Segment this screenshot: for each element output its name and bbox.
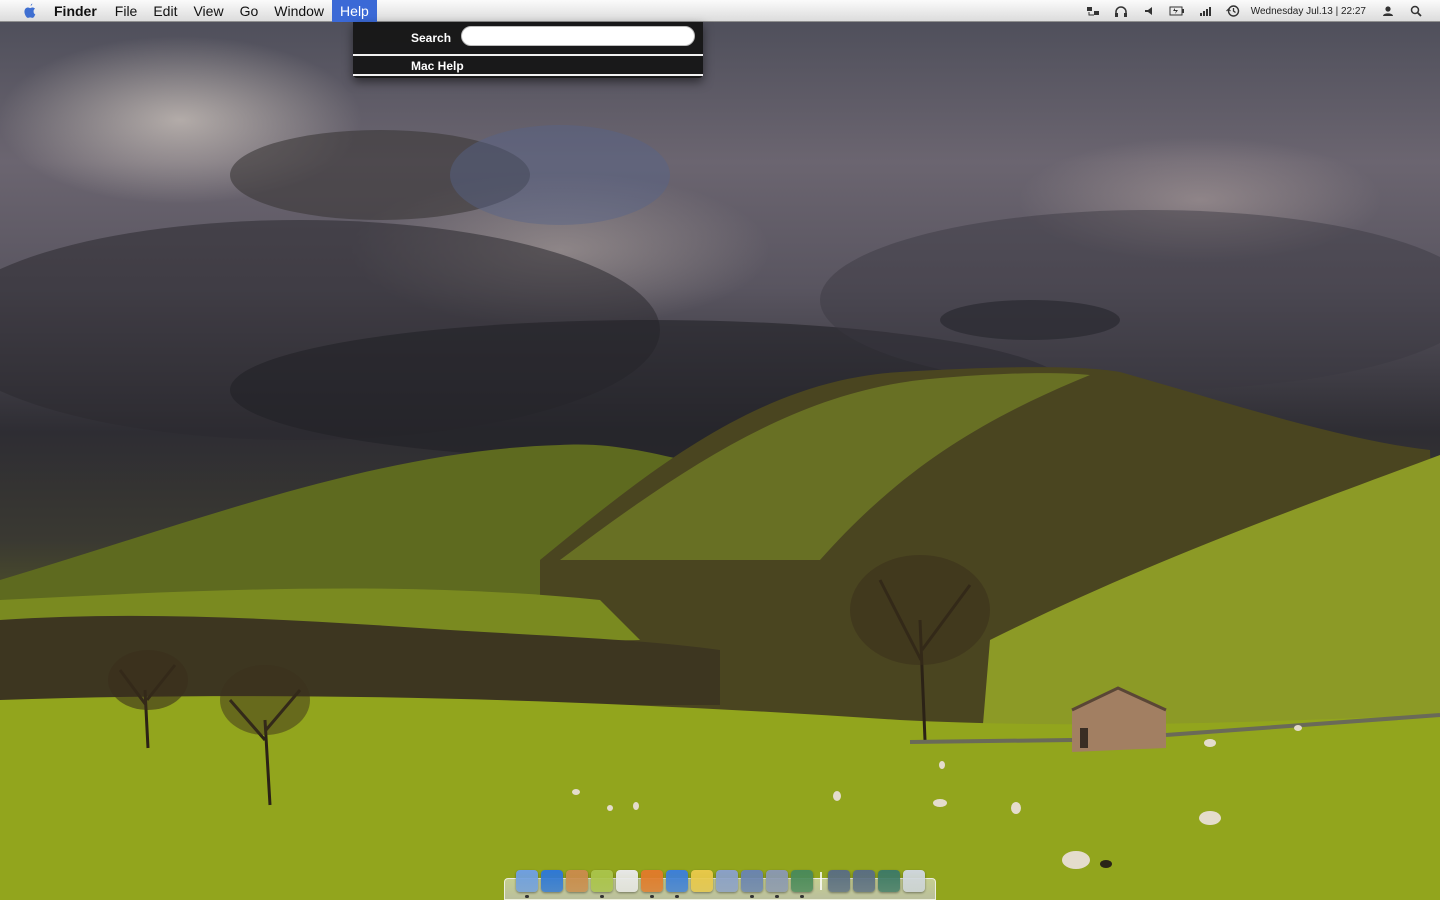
finder-icon[interactable] [516,870,538,898]
dock [504,864,936,900]
menu-file[interactable]: File [107,0,146,22]
trash-icon[interactable] [903,870,925,892]
preview-icon[interactable] [566,870,588,892]
menu-edit[interactable]: Edit [145,0,185,22]
dock-icons [516,866,928,898]
desktop-wallpaper [0,0,1440,900]
clock-history-icon[interactable] [1225,4,1241,18]
menu-item-mac-help[interactable]: Mac Help [411,59,464,73]
menu-bar: Finder File Edit View Go Window Help Wed… [0,0,1440,22]
spotlight-search-icon[interactable] [1408,4,1424,18]
help-search-input[interactable] [461,26,695,46]
menu-separator [353,54,703,56]
headphones-icon[interactable] [1113,4,1129,18]
menu-window[interactable]: Window [266,0,332,22]
running-indicator [750,895,754,898]
wifi-signal-icon[interactable] [1197,4,1213,18]
menu-view[interactable]: View [185,0,231,22]
battery-icon[interactable] [1169,4,1185,18]
downloads-folder-icon[interactable] [878,870,900,892]
pause-utility-icon[interactable] [741,870,763,898]
running-indicator [525,895,529,898]
landscape-illustration [0,125,1440,900]
iphoto-icon[interactable] [591,870,613,898]
volume-icon[interactable] [1141,4,1157,18]
firefox-icon[interactable] [641,870,663,898]
help-menu-dropdown: Search Mac Help [353,22,703,78]
app-store-icon[interactable] [541,870,563,892]
menu-help[interactable]: Help [332,0,377,22]
help-search-row: Search [353,22,703,52]
help-search-label: Search [411,31,452,45]
running-indicator [600,895,604,898]
time-machine-icon[interactable] [1085,4,1101,18]
running-indicator [650,895,654,898]
menu-finder[interactable]: Finder [46,0,105,22]
menu-separator [353,74,703,76]
calendar-icon[interactable] [616,870,638,892]
apple-logo-icon[interactable] [18,0,40,22]
applications-folder-icon[interactable] [828,870,850,892]
running-indicator [675,895,679,898]
menu-clock[interactable]: Wednesday Jul.13 | 22:27 [1251,6,1366,17]
itunes-icon[interactable] [666,870,688,898]
dock-divider[interactable] [820,872,822,890]
running-indicator [800,895,804,898]
documents-folder-icon[interactable] [853,870,875,892]
adium-icon[interactable] [691,870,713,892]
xcode-icon[interactable] [716,870,738,892]
menu-go[interactable]: Go [232,0,267,22]
activity-monitor-icon[interactable] [791,870,813,898]
running-indicator [775,895,779,898]
system-preferences-icon[interactable] [766,870,788,898]
status-menus: Wednesday Jul.13 | 22:27 [1079,0,1440,22]
user-icon[interactable] [1380,4,1396,18]
